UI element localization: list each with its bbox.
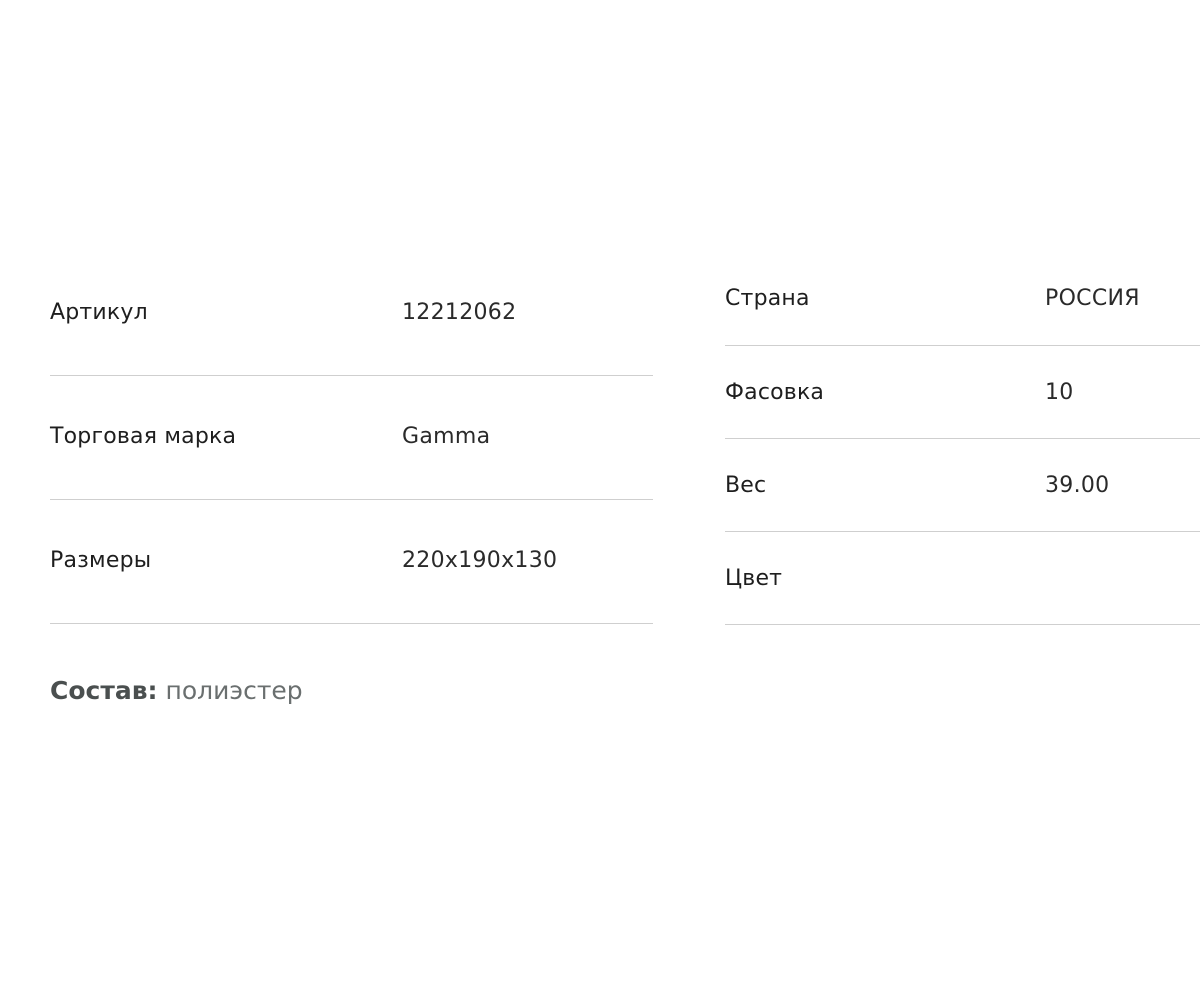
spec-row-dimensions: Размеры 220x190x130 [50,500,653,624]
spec-value: РОССИЯ [1045,286,1140,311]
spec-row-brand: Торговая марка Gamma [50,376,653,500]
spec-label: Вес [725,473,767,498]
specs-table-right: Страна РОССИЯ Фасовка 10 Вес 39.00 Цвет [725,252,1200,625]
spec-row-packing: Фасовка 10 [725,346,1200,439]
spec-label: Размеры [50,548,152,573]
spec-label: Торговая марка [50,424,237,449]
spec-value: 220x190x130 [402,548,558,573]
spec-row-article: Артикул 12212062 [50,252,653,376]
composition-label: Состав: [50,676,158,705]
spec-label: Цвет [725,566,783,591]
spec-label: Страна [725,286,810,311]
spec-value: 39.00 [1045,473,1110,498]
composition-line: Состав: полиэстер [50,676,303,705]
spec-row-color: Цвет [725,532,1200,625]
spec-value: 12212062 [402,300,517,325]
spec-row-weight: Вес 39.00 [725,439,1200,532]
spec-label: Артикул [50,300,148,325]
composition-value: полиэстер [165,676,303,705]
spec-label: Фасовка [725,380,825,405]
spec-row-country: Страна РОССИЯ [725,252,1200,346]
spec-value: Gamma [402,424,491,449]
spec-value: 10 [1045,380,1074,405]
specs-table-left: Артикул 12212062 Торговая марка Gamma Ра… [50,252,653,624]
